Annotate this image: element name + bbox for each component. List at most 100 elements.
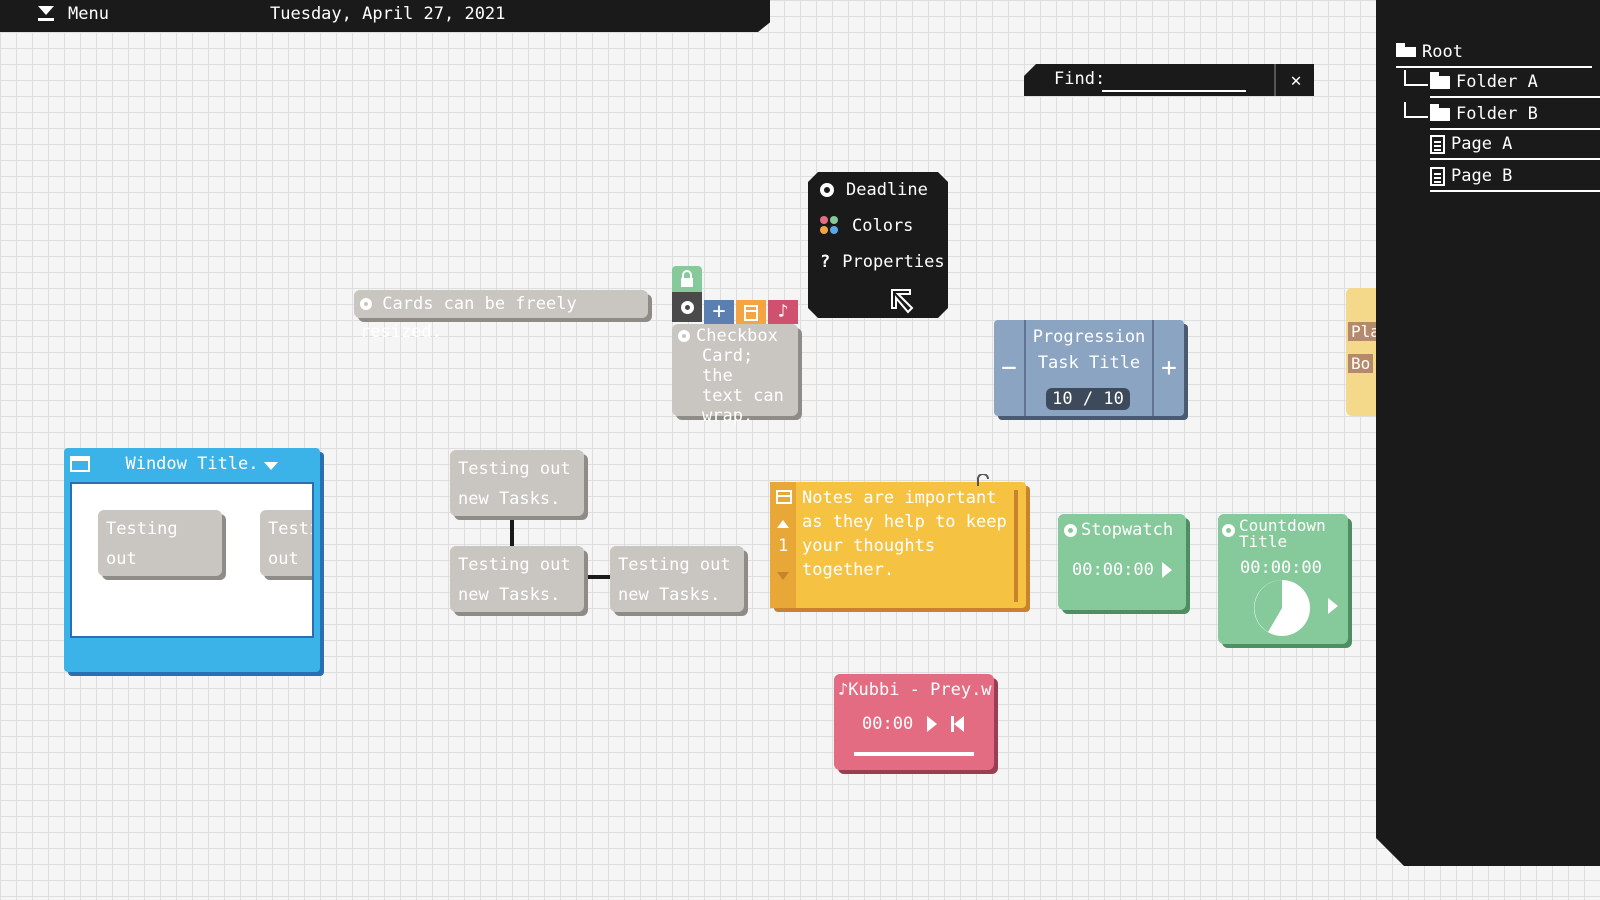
card-text-line: new Tasks. — [618, 585, 721, 605]
note-icon — [776, 490, 792, 504]
stopwatch-title: Stopwatch — [1081, 520, 1174, 540]
card-text-line: new Tasks. — [268, 579, 312, 599]
tree-item-label: Folder B — [1456, 104, 1538, 124]
page-icon — [1430, 167, 1445, 186]
countdown-title: Title — [1239, 532, 1288, 551]
window-title: Window Title. — [125, 454, 259, 474]
note-scrollbar[interactable] — [1014, 490, 1018, 602]
tree-item-page-a[interactable]: Page A — [1430, 130, 1600, 160]
minus-icon: − — [1001, 353, 1017, 383]
note-card[interactable]: 1 Notes are important as they help to ke… — [770, 474, 1026, 608]
card-text-line: new Tasks. — [106, 579, 209, 599]
deadline-icon — [820, 183, 834, 197]
task-card[interactable]: Testing out new Tasks. — [610, 546, 744, 612]
checkbox-card[interactable]: Checkbox Card; the text can wrap. — [672, 324, 798, 426]
stopwatch-card[interactable]: Stopwatch 00:00:00 — [1058, 514, 1186, 610]
sound-title: Kubbi - Prey.wa — [848, 680, 992, 700]
note-text-line: as they help to keep — [802, 512, 1007, 532]
timer-icon — [1222, 524, 1235, 537]
note-side-toolbar: 1 — [770, 482, 796, 608]
music-note-icon: ♪ — [777, 301, 789, 322]
partial-label: Pla — [1348, 322, 1376, 341]
note-icon — [744, 305, 758, 321]
menu-button[interactable]: Menu — [36, 4, 109, 24]
window-content: Testing out new Tasks. Testing out new T… — [70, 482, 314, 638]
menu-icon — [36, 6, 56, 22]
tree-branch — [1404, 70, 1428, 86]
play-icon[interactable] — [927, 716, 938, 732]
tree-item-label: Page A — [1451, 134, 1513, 154]
card-text-line: text can — [702, 386, 784, 406]
tree-item-label: Folder A — [1456, 72, 1538, 92]
partial-card[interactable]: Pla Bo — [1346, 288, 1376, 416]
progression-card[interactable]: − Progression Task Title 10 / 10 + — [994, 320, 1184, 416]
add-note-button[interactable] — [736, 300, 766, 324]
page-icon — [1430, 135, 1445, 154]
play-icon[interactable] — [1161, 562, 1172, 578]
card-resize-hint[interactable]: Cards can be freely resized. — [354, 290, 648, 342]
card-text-line: Testing out — [106, 519, 178, 569]
settings-handle[interactable] — [672, 292, 702, 322]
increment-button[interactable]: + — [1152, 320, 1184, 416]
play-icon[interactable] — [1328, 598, 1338, 614]
rewind-icon[interactable] — [951, 716, 965, 732]
task-card[interactable]: Testing out new Tasks. — [450, 450, 584, 516]
settings-icon — [680, 300, 694, 314]
task-card[interactable]: Testing out new Tasks. — [450, 546, 584, 612]
lock-handle[interactable] — [672, 266, 702, 292]
playback-progress-bar[interactable] — [854, 752, 974, 756]
progression-label: Progression — [1032, 327, 1146, 347]
countdown-card[interactable]: Countdown Title 00:00:00 — [1218, 514, 1348, 644]
menu-item-colors[interactable]: Colors — [820, 216, 913, 236]
sound-time: 00:00 — [862, 714, 914, 734]
add-subtask-button[interactable]: + — [704, 300, 734, 324]
card-text-line: Testing out — [458, 555, 571, 575]
checkbox-icon[interactable] — [360, 298, 372, 310]
menu-item-deadline[interactable]: Deadline — [820, 180, 928, 200]
window-card[interactable]: Window Title. Testing out new Tasks. Tes… — [64, 448, 320, 672]
colors-icon — [820, 216, 840, 236]
plus-icon: + — [1161, 353, 1177, 383]
decrement-button[interactable]: − — [994, 320, 1026, 416]
card-context-menu: Deadline Colors ? Properties — [808, 172, 948, 318]
tree-root-label: Root — [1422, 42, 1463, 62]
scroll-up-icon[interactable] — [777, 520, 789, 528]
menu-item-properties[interactable]: ? Properties — [820, 252, 945, 272]
tree-item-folder-b[interactable]: Folder B — [1430, 100, 1600, 130]
scroll-down-icon[interactable] — [777, 572, 789, 580]
note-text-line: together. — [802, 560, 895, 580]
menu-label: Menu — [68, 4, 109, 24]
card-text-line: new Tasks. — [458, 585, 561, 605]
card-text-line: Card; the — [702, 346, 754, 386]
add-sound-button[interactable]: ♪ — [768, 300, 798, 324]
current-date: Tuesday, April 27, 2021 — [270, 4, 506, 24]
resize-cursor-icon — [890, 288, 918, 314]
tree-root[interactable]: Root — [1396, 38, 1592, 68]
find-close-button[interactable]: ✕ — [1274, 64, 1314, 96]
find-label: Find: — [1054, 69, 1106, 89]
menu-item-label: Properties — [842, 252, 945, 272]
task-card[interactable]: Testing out new Tasks. — [98, 510, 222, 599]
lock-icon — [681, 270, 693, 287]
tree-item-label: Page B — [1451, 166, 1513, 186]
chevron-down-icon[interactable] — [264, 462, 278, 470]
question-icon: ? — [820, 252, 831, 272]
find-input[interactable] — [1102, 70, 1246, 92]
menu-item-label: Deadline — [846, 180, 928, 200]
close-icon: ✕ — [1290, 69, 1302, 91]
task-title: Task Title — [1037, 353, 1141, 373]
menu-item-label: Colors — [852, 216, 914, 236]
sound-card[interactable]: ♪Kubbi - Prey.wa 00:00 — [834, 674, 994, 770]
countdown-pie-icon — [1254, 580, 1310, 636]
stopwatch-icon — [1064, 523, 1077, 537]
note-text-line: your thoughts — [802, 536, 936, 556]
card-text-line: Checkbox — [696, 326, 778, 346]
tree-item-folder-a[interactable]: Folder A — [1430, 68, 1600, 98]
note-text-line: Notes are important — [802, 488, 997, 508]
task-card[interactable]: Testing out new Tasks. — [260, 510, 312, 599]
tree-branch — [1404, 102, 1428, 118]
tree-item-page-b[interactable]: Page B — [1430, 162, 1600, 192]
folder-icon — [1430, 76, 1450, 89]
checkbox-icon[interactable] — [678, 330, 690, 342]
card-text-line: Testing out — [268, 519, 312, 569]
